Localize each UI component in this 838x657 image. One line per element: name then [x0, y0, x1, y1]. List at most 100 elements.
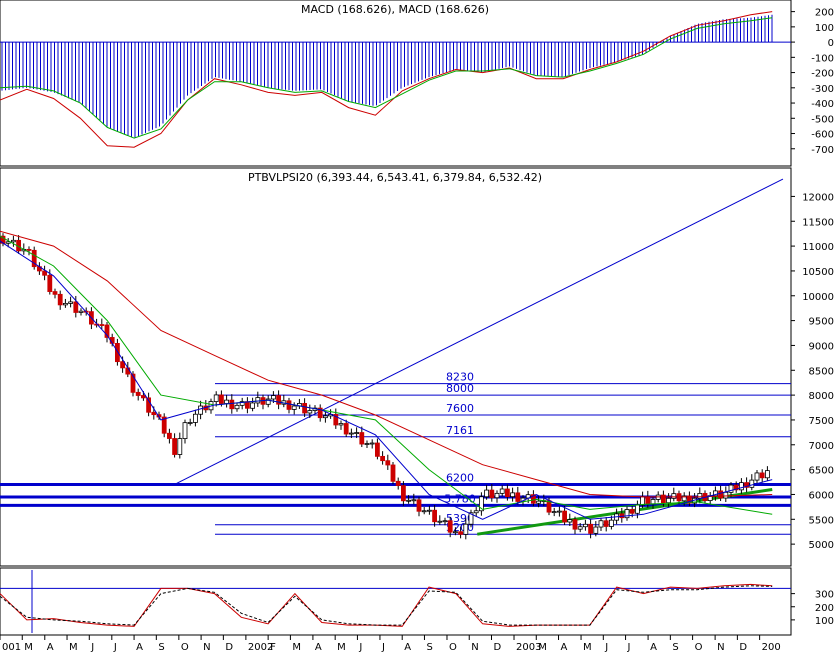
candle-body-80 — [416, 499, 422, 512]
candle-body-45 — [234, 404, 240, 410]
osc-y-tick-label-2: 100 — [815, 616, 834, 627]
candle-body-116 — [603, 520, 609, 527]
candle-body-115 — [598, 520, 604, 528]
price-y-tick-label-5: 9500 — [809, 317, 834, 328]
price-y-tick-label-9: 7500 — [809, 416, 834, 427]
candle-body-121 — [629, 509, 635, 514]
candle-body-107 — [557, 510, 562, 513]
candle-body-93 — [484, 489, 490, 498]
candle-body-123 — [640, 496, 645, 506]
candle-body-27 — [140, 395, 146, 399]
candle-body-114 — [593, 526, 599, 534]
candle-body-97 — [504, 488, 510, 498]
x-tick-label-21: N — [471, 642, 478, 653]
candle-body-127 — [661, 494, 666, 504]
macd-y-tick-label-6: -400 — [811, 99, 834, 110]
candle-body-88 — [458, 531, 464, 535]
x-tick-label-18: A — [404, 642, 411, 653]
x-tick-label-2: A — [47, 642, 54, 653]
candle-body-34 — [177, 438, 183, 455]
price-y-tick-label-13: 5500 — [809, 515, 834, 526]
chart-svg: MACD (168.626), MACD (168.626) PTBVLPSI2… — [0, 0, 838, 653]
macd-y-tick-label-3: -100 — [811, 53, 834, 64]
candle-body-139 — [723, 491, 729, 499]
price-level-label-1: 8000 — [446, 382, 474, 395]
candle-body-117 — [609, 519, 614, 527]
candle-body-96 — [499, 488, 505, 494]
candle-body-128 — [666, 497, 671, 504]
candle-body-98 — [510, 492, 516, 498]
candle-body-59 — [307, 410, 313, 414]
osc-y-tick-label-0: 300 — [815, 590, 834, 601]
candle-body-22 — [115, 342, 120, 363]
x-tick-label-29: A — [650, 642, 657, 653]
candle-body-146 — [759, 472, 765, 479]
candle-body-14 — [73, 301, 79, 313]
candle-body-65 — [338, 423, 344, 426]
x-tick-label-32: N — [717, 642, 724, 653]
candle-body-103 — [536, 500, 541, 504]
candle-body-76 — [395, 480, 401, 486]
candle-body-87 — [452, 531, 458, 534]
x-tick-label-13: M — [292, 642, 301, 653]
candle-body-120 — [624, 509, 630, 519]
x-tick-label-24: M — [538, 642, 547, 653]
macd-y-tick-label-0: 200 — [815, 8, 834, 19]
candle-body-73 — [380, 455, 386, 462]
candle-body-138 — [718, 490, 723, 499]
x-tick-label-20: O — [449, 642, 457, 653]
price-y-tick-label-1: 11500 — [802, 217, 834, 228]
osc-y-tick-label-1: 200 — [815, 603, 834, 614]
candle-body-69 — [359, 432, 365, 445]
candle-body-26 — [135, 391, 141, 396]
candle-body-68 — [354, 432, 360, 434]
candle-body-78 — [406, 499, 412, 502]
price-y-tick-label-2: 11000 — [802, 242, 834, 253]
x-tick-label-4: J — [90, 642, 94, 653]
price-title: PTBVLPSI20 (6,393.44, 6,543.41, 6,379.84… — [248, 171, 542, 184]
x-tick-label-0: 001 — [2, 642, 21, 653]
x-tick-label-22: D — [493, 642, 501, 653]
candle-body-32 — [166, 432, 172, 439]
x-tick-label-34: 200 — [762, 642, 781, 653]
x-tick-label-3: M — [69, 642, 78, 653]
candle-body-147 — [765, 470, 770, 479]
price-y-tick-label-0: 12000 — [802, 192, 834, 203]
price-level-label-2: 7600 — [446, 402, 474, 415]
x-tick-label-19: S — [426, 642, 432, 653]
macd-y-tick-label-9: -700 — [811, 145, 834, 156]
candle-body-125 — [650, 499, 656, 505]
candle-body-70 — [364, 443, 370, 445]
candle-body-106 — [551, 511, 557, 514]
candle-body-91 — [473, 510, 479, 514]
candle-body-85 — [442, 520, 448, 523]
candle-body-48 — [250, 402, 256, 409]
x-tick-label-25: A — [561, 642, 568, 653]
macd-y-tick-label-4: -200 — [811, 69, 834, 80]
candle-body-13 — [68, 301, 73, 304]
price-y-tick-label-14: 5000 — [809, 540, 834, 551]
x-tick-label-6: A — [136, 642, 143, 653]
candle-body-11 — [57, 293, 63, 306]
price-y-tick-label-12: 6000 — [809, 490, 834, 501]
candle-body-29 — [151, 411, 157, 416]
x-tick-label-33: D — [739, 642, 747, 653]
candle-body-75 — [390, 464, 396, 482]
x-tick-label-16: J — [358, 642, 362, 653]
candle-body-66 — [343, 423, 349, 435]
price-level-label-3: 7161 — [446, 424, 474, 437]
macd-y-tick-label-1: 100 — [815, 23, 834, 34]
candle-body-56 — [291, 405, 297, 410]
candle-body-71 — [369, 442, 375, 445]
candle-body-86 — [447, 520, 453, 533]
candle-body-124 — [645, 496, 651, 505]
candle-body-72 — [374, 442, 380, 457]
price-y-tick-label-8: 8000 — [809, 391, 834, 402]
candle-body-8 — [42, 270, 47, 276]
candle-body-113 — [588, 523, 593, 534]
price-level-label-4: 6200 — [446, 472, 474, 485]
candle-body-95 — [494, 492, 500, 499]
x-tick-label-17: J — [381, 642, 385, 653]
macd-title: MACD (168.626), MACD (168.626) — [301, 3, 489, 16]
x-tick-label-15: M — [337, 642, 346, 653]
